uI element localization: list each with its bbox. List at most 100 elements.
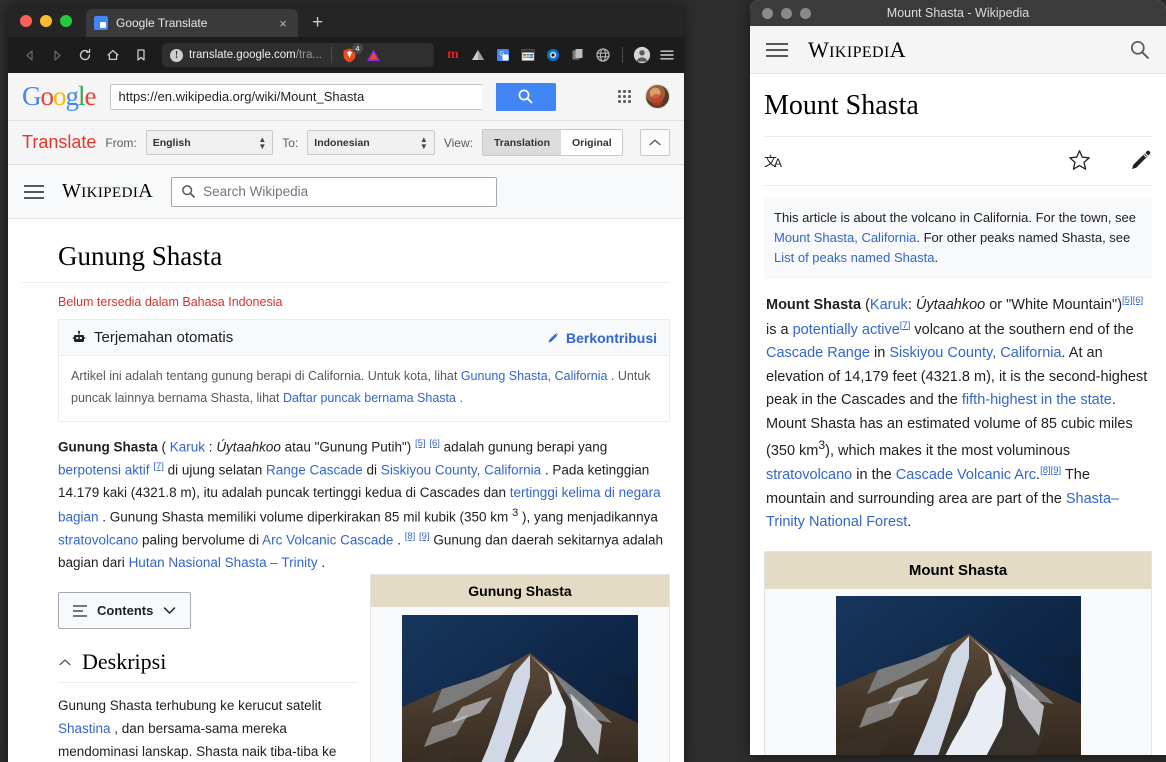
machine-translation-hatnote: Artikel ini adalah tentang gunung berapi… [59, 356, 669, 421]
link-karuk[interactable]: Karuk [870, 297, 908, 313]
copy-pages-icon[interactable] [569, 46, 587, 64]
link-cascade-volcanic-arc[interactable]: Arc Volcanic Cascade [262, 533, 393, 548]
search-icon [182, 185, 195, 198]
link-stratovolcano[interactable]: stratovolcano [58, 533, 138, 548]
ref-6[interactable]: [6] [429, 438, 440, 449]
ref-6[interactable]: [6] [1133, 295, 1144, 306]
new-tab-button[interactable]: + [312, 12, 323, 34]
ref-5[interactable]: [5] [415, 438, 426, 449]
lead-t4: adalah gunung berapi yang [439, 439, 608, 455]
google-docs-extension-icon[interactable]: G [494, 46, 512, 64]
to-label: To: [282, 135, 299, 150]
wikipedia-wordmark[interactable]: WIKIPEDIA [62, 180, 153, 203]
spreadsheet-extension-icon[interactable] [519, 46, 537, 64]
link-fifth-highest[interactable]: fifth-highest in the state [962, 392, 1112, 408]
collapse-section-icon[interactable] [58, 658, 72, 667]
link-cascade-volcanic-arc[interactable]: Cascade Volcanic Arc [896, 467, 1036, 483]
globe-icon[interactable] [594, 46, 612, 64]
minimize-window-button[interactable] [781, 7, 792, 19]
collapse-toolbar-button[interactable] [640, 129, 670, 156]
star-icon[interactable] [1068, 149, 1091, 172]
machine-translation-title: Terjemahan otomatis [71, 329, 233, 346]
bookmark-icon[interactable] [128, 42, 154, 68]
ref-5[interactable]: [5] [1122, 295, 1133, 306]
minimize-window-button[interactable] [40, 14, 52, 27]
browser-window: Google Translate × + ! translate.google.… [8, 4, 684, 762]
hatnote-link-peaks[interactable]: Daftar puncak bernama Shasta [283, 391, 456, 405]
link-cascade-range[interactable]: Range Cascade [266, 462, 363, 477]
web-page-viewport: Google https://en.wikipedia.org/wiki/Mou… [8, 73, 684, 762]
language-switch-icon[interactable]: 文A [764, 151, 786, 171]
hatnote-link-town[interactable]: Gunung Shasta, California [461, 369, 608, 383]
infobox: Gunung Shasta [370, 574, 670, 762]
hatnote-link-peaks[interactable]: List of peaks named Shasta [774, 250, 934, 265]
view-translation-button[interactable]: Translation [482, 130, 561, 155]
hamburger-menu-icon[interactable] [24, 184, 44, 199]
view-toggle-group: Translation Original [481, 129, 624, 156]
hamburger-menu-icon[interactable] [766, 42, 788, 57]
lead-paragraph: Mount Shasta (Karuk: Úytaahkoo or "White… [764, 279, 1152, 534]
maximize-window-button[interactable] [60, 14, 72, 27]
infobox-image-wrap [371, 607, 669, 762]
logo-e: e [84, 81, 97, 111]
link-potentially-active[interactable]: potentially active [793, 322, 900, 338]
contents-button[interactable]: Contents [58, 592, 192, 630]
link-shasta-trinity-forest[interactable]: Hutan Nasional Shasta – Trinity [129, 555, 318, 570]
mobile-article-body: Mount Shasta 文A This article is about th… [750, 74, 1166, 755]
close-window-button[interactable] [762, 7, 773, 19]
maximize-window-button[interactable] [800, 7, 811, 19]
link-cascade-range[interactable]: Cascade Range [766, 345, 870, 361]
source-language-select[interactable]: English ▲ ▼ [145, 130, 274, 155]
apps-grid-icon[interactable] [618, 90, 631, 103]
metamask-icon[interactable]: m [444, 46, 462, 64]
address-bar[interactable]: ! translate.google.com/tra... 4 [162, 43, 434, 67]
link-siskiyou-county[interactable]: Siskiyou County, California [381, 462, 541, 477]
forward-arrow-icon[interactable] [44, 42, 70, 68]
delta-triangle-icon[interactable] [469, 46, 487, 64]
ref-9[interactable]: [9] [1051, 465, 1062, 476]
pencil-icon[interactable] [1129, 149, 1152, 172]
browser-tab[interactable]: Google Translate × [86, 9, 298, 37]
view-original-button[interactable]: Original [560, 130, 623, 155]
ref-9[interactable]: [9] [419, 531, 430, 542]
link-siskiyou-county[interactable]: Siskiyou County, California [889, 345, 1061, 361]
window-title: Mount Shasta - Wikipedia [886, 6, 1030, 20]
translate-url-input[interactable]: https://en.wikipedia.org/wiki/Mount_Shas… [109, 83, 482, 110]
close-window-button[interactable] [20, 14, 32, 27]
lead-t8: . Gunung Shasta memiliki volume diperkir… [98, 509, 512, 525]
wallet-triangle-icon[interactable] [365, 46, 383, 64]
home-icon[interactable] [100, 42, 126, 68]
ref-8[interactable]: [8] [1040, 465, 1051, 476]
url-path: /tra... [295, 49, 322, 61]
link-shastina[interactable]: Shastina [58, 721, 111, 736]
wikipedia-wordmark[interactable]: WIKIPEDIA [808, 37, 906, 63]
toolbar-divider [330, 47, 332, 63]
reload-icon[interactable] [72, 42, 98, 68]
brave-shields-icon[interactable]: 4 [341, 43, 363, 64]
link-karuk[interactable]: Karuk [170, 440, 205, 455]
contribute-link[interactable]: Berkontribusi [546, 330, 657, 346]
search-icon[interactable] [1129, 39, 1150, 60]
search-button[interactable] [495, 82, 556, 111]
profile-avatar-icon[interactable] [633, 46, 651, 64]
wikipedia-window: Mount Shasta - Wikipedia WIKIPEDIA Mount… [750, 0, 1166, 755]
back-arrow-icon[interactable] [16, 42, 42, 68]
link-stratovolcano[interactable]: stratovolcano [766, 467, 852, 483]
article-actions-right [1068, 149, 1152, 172]
mount-shasta-photo[interactable] [835, 595, 1081, 755]
ref-7[interactable]: [7] [153, 461, 164, 472]
hatnote-link-town[interactable]: Mount Shasta, California [774, 230, 916, 245]
site-info-icon[interactable]: ! [170, 48, 183, 62]
browser-menu-icon[interactable] [658, 46, 676, 64]
ref-7[interactable]: [7] [900, 320, 911, 331]
eye-circle-icon[interactable] [544, 46, 562, 64]
link-potentially-active[interactable]: berpotensi aktif [58, 462, 150, 477]
user-avatar[interactable] [645, 84, 670, 109]
ref-8[interactable]: [8] [405, 531, 416, 542]
search-input[interactable]: Search Wikipedia [171, 176, 498, 207]
target-language-select[interactable]: Indonesian ▲ ▼ [307, 130, 435, 155]
close-tab-icon[interactable]: × [276, 16, 290, 31]
lead-t10: in the [852, 467, 896, 484]
view-label: View: [443, 135, 473, 150]
mount-shasta-photo[interactable] [402, 615, 638, 762]
